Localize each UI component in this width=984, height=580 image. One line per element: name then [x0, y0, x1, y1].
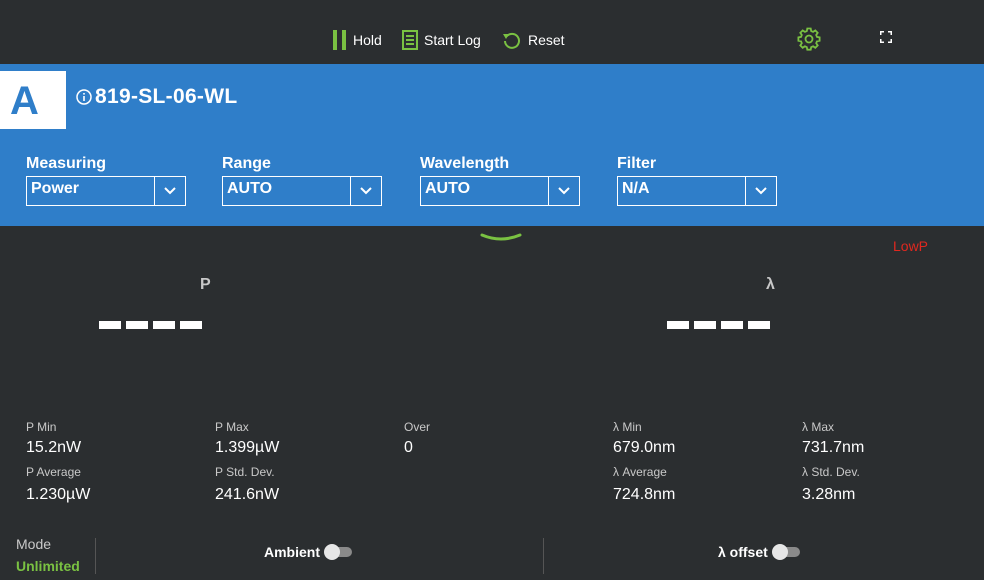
gear-icon: [797, 27, 821, 51]
chevron-down-icon: [548, 177, 579, 205]
wavelength-reading-value: [667, 321, 770, 329]
device-info[interactable]: 819-SL-06-WL: [76, 85, 237, 109]
lambda-offset-label: λ offset: [718, 544, 768, 560]
p-std-dev-label: P Std. Dev.: [215, 465, 275, 479]
lambda-average-value: 724.8nm: [613, 486, 676, 503]
filter-label: Filter: [617, 155, 657, 172]
footer-divider: [95, 538, 96, 574]
wavelength-reading-label: λ: [766, 276, 775, 293]
mode-label: Mode: [16, 536, 52, 552]
p-max-label: P Max: [215, 420, 249, 434]
mode-value: Unlimited: [16, 558, 80, 574]
chevron-down-icon: [350, 177, 381, 205]
p-std-dev-value: 241.6nW: [215, 486, 280, 503]
ambient-toggle[interactable]: Ambient: [264, 544, 352, 560]
chevron-down-icon: [154, 177, 185, 205]
p-max-value: 1.399µW: [215, 439, 280, 456]
hold-button[interactable]: Hold: [333, 30, 382, 50]
power-reading-value: [99, 321, 202, 329]
chevron-down-icon: [480, 233, 522, 241]
top-toolbar: Hold Start Log Reset: [0, 0, 984, 64]
start-log-button[interactable]: Start Log: [402, 30, 481, 50]
p-average-label: P Average: [26, 465, 81, 479]
channel-badge: A: [0, 71, 66, 129]
p-min-value: 15.2nW: [26, 439, 82, 456]
lambda-std-dev-value: 3.28nm: [802, 486, 856, 503]
lambda-offset-toggle[interactable]: λ offset: [718, 544, 800, 560]
collapse-panel-button[interactable]: [480, 230, 522, 248]
reset-icon: [503, 32, 520, 49]
lambda-offset-switch[interactable]: [771, 544, 800, 560]
hold-label: Hold: [353, 32, 382, 48]
footer-divider: [543, 538, 544, 574]
power-reading-label: P: [200, 276, 211, 293]
wavelength-dropdown[interactable]: AUTO: [420, 176, 580, 206]
pause-icon: [333, 30, 346, 50]
ambient-label: Ambient: [264, 544, 320, 560]
channel-letter: A: [10, 79, 39, 123]
start-log-label: Start Log: [424, 32, 481, 48]
wavelength-label: Wavelength: [420, 155, 510, 172]
device-name: 819-SL-06-WL: [95, 85, 238, 108]
chevron-down-icon: [745, 177, 776, 205]
lambda-min-value: 679.0nm: [613, 439, 676, 456]
log-file-icon: [402, 30, 418, 50]
p-average-value: 1.230µW: [26, 486, 91, 503]
reset-label: Reset: [528, 32, 565, 48]
over-label: Over: [404, 420, 431, 434]
filter-value: N/A: [622, 180, 650, 197]
lambda-max-value: 731.7nm: [802, 439, 865, 456]
range-dropdown[interactable]: AUTO: [222, 176, 382, 206]
range-label: Range: [222, 155, 271, 172]
reset-button[interactable]: Reset: [502, 30, 565, 50]
lambda-std-dev-label: λ Std. Dev.: [802, 465, 860, 479]
lambda-average-label: λ Average: [613, 465, 667, 479]
info-icon: [76, 89, 92, 105]
measuring-label: Measuring: [26, 155, 107, 172]
over-value: 0: [404, 439, 413, 456]
p-min-label: P Min: [26, 420, 57, 434]
expand-icon: [880, 31, 892, 43]
measuring-value: Power: [31, 180, 80, 197]
lambda-min-label: λ Min: [613, 420, 642, 434]
settings-button[interactable]: [797, 27, 821, 56]
wavelength-value: AUTO: [425, 180, 471, 197]
channel-header: A 819-SL-06-WL Measuring Power Range AUT…: [0, 64, 984, 226]
measuring-dropdown[interactable]: Power: [26, 176, 186, 206]
lambda-max-label: λ Max: [802, 420, 835, 434]
filter-dropdown[interactable]: N/A: [617, 176, 777, 206]
range-value: AUTO: [227, 180, 273, 197]
ambient-switch[interactable]: [324, 544, 352, 560]
fullscreen-button[interactable]: [880, 30, 892, 48]
low-power-warning: LowP: [893, 238, 929, 254]
